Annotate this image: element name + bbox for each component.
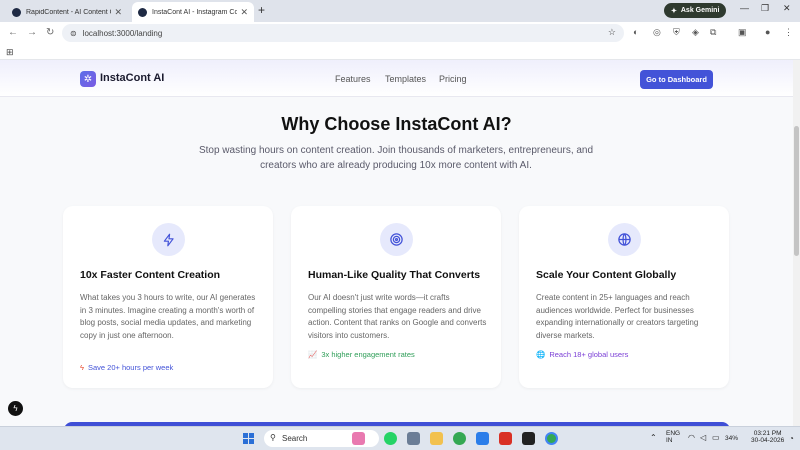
url-text: localhost:3000/landing: [82, 28, 163, 38]
close-window-icon[interactable]: ✕: [783, 3, 791, 14]
sidepanel-icon[interactable]: ▣: [738, 27, 747, 38]
volume-icon[interactable]: ◁: [700, 433, 706, 442]
back-icon[interactable]: ←: [8, 27, 18, 38]
clock-time: 03:21 PM: [753, 430, 782, 437]
search-label: Search: [282, 434, 308, 443]
extension-icon[interactable]: ◐: [633, 27, 638, 37]
language-indicator[interactable]: ENG IN: [666, 430, 680, 444]
flowers-widget-icon[interactable]: [352, 432, 365, 445]
minimize-icon[interactable]: —: [740, 3, 749, 13]
go-to-dashboard-button[interactable]: Go to Dashboard: [640, 70, 713, 89]
nav-pricing-link[interactable]: Pricing: [439, 74, 467, 84]
card-title: 10x Faster Content Creation: [80, 269, 221, 281]
bookmark-star-icon[interactable]: ☆: [608, 27, 616, 38]
site-navbar: ✲ InstaCont AI Features Templates Pricin…: [0, 60, 793, 97]
search-icon: ⚲: [270, 433, 276, 442]
docs-app-icon[interactable]: [476, 432, 489, 445]
target-icon: [380, 223, 413, 256]
feature-card-quality: Human-Like Quality That Converts Our AI …: [291, 206, 501, 388]
puzzle-extensions-icon[interactable]: ⧉: [710, 27, 716, 38]
card-title: Scale Your Content Globally: [536, 269, 677, 281]
address-bar-row: ← → ↻ ⊜ localhost:3000/landing ☆ ◐ ◎ ⛨ ◈…: [0, 22, 800, 44]
close-tab-icon[interactable]: ✕: [240, 7, 248, 18]
tab-title: InstaCont AI - Instagram Conte: [152, 8, 238, 16]
media-app-icon[interactable]: [499, 432, 512, 445]
section-subtitle: Stop wasting hours on content creation. …: [198, 145, 594, 171]
tab-rapidcontent[interactable]: RapidContent - AI Content Gen ✕: [6, 2, 128, 22]
lightning-emoji-icon: ϟ: [80, 363, 84, 372]
shield-extension-icon[interactable]: ⛨: [673, 27, 680, 38]
logo-sparkle-icon[interactable]: ✲: [80, 71, 96, 87]
globe-icon: [608, 223, 641, 256]
card-badge: 🌐 Reach 18+ global users: [536, 350, 628, 359]
restore-icon[interactable]: ❐: [761, 3, 769, 14]
nav-features-link[interactable]: Features: [335, 74, 371, 84]
chrome-icon[interactable]: [453, 432, 466, 445]
globe-emoji-icon: 🌐: [536, 350, 546, 359]
region-code: IN: [666, 437, 673, 444]
badge-text: Reach 18+ global users: [549, 350, 629, 359]
tray-chevron-up-icon[interactable]: ⌃: [650, 433, 657, 442]
nav-templates-link[interactable]: Templates: [385, 74, 426, 84]
ask-gemini-button[interactable]: ✦ Ask Gemini: [664, 3, 727, 18]
card-description: Our AI doesn't just write words—it craft…: [308, 293, 487, 340]
site-info-icon[interactable]: ⊜: [70, 29, 77, 38]
card-badge: 📈 3x higher engagement rates: [308, 350, 415, 359]
card-description: What takes you 3 hours to write, our AI …: [80, 293, 256, 340]
scrollbar-thumb[interactable]: [794, 126, 799, 256]
tab-instacont[interactable]: InstaCont AI - Instagram Conte ✕: [132, 2, 254, 22]
windows-taskbar: ⚲ Search ⌃ ENG IN ◠ ◁ ▭ 34% 03:21 PM 30-…: [0, 426, 800, 450]
camera-extension-icon[interactable]: ◎: [653, 27, 661, 38]
close-tab-icon[interactable]: ✕: [114, 7, 122, 18]
camera-app-icon[interactable]: [407, 432, 420, 445]
card-title: Human-Like Quality That Converts: [308, 269, 481, 281]
feature-card-global: Scale Your Content Globally Create conte…: [519, 206, 729, 388]
bookmarks-bar: ⊞: [0, 44, 800, 60]
profile-avatar-icon[interactable]: ●: [765, 27, 770, 37]
reload-icon[interactable]: ↻: [46, 27, 54, 38]
badge-text: Save 20+ hours per week: [87, 363, 174, 372]
wifi-icon[interactable]: ◠: [688, 433, 695, 442]
clock-date: 30-04-2026: [751, 437, 785, 444]
notifications-icon[interactable]: ◔: [789, 434, 794, 443]
browser-tab-bar: RapidContent - AI Content Gen ✕ InstaCon…: [0, 0, 800, 22]
landing-page: ✲ InstaCont AI Features Templates Pricin…: [0, 60, 793, 426]
site-favicon-icon: [12, 7, 21, 17]
chart-up-emoji-icon: 📈: [308, 350, 318, 359]
tab-title: RapidContent - AI Content Gen: [26, 8, 111, 16]
battery-percent: 34%: [725, 435, 739, 442]
whatsapp-icon[interactable]: [384, 432, 397, 445]
feature-card-speed: 10x Faster Content Creation What takes y…: [63, 206, 273, 388]
file-explorer-icon[interactable]: [430, 432, 443, 445]
card-badge: ϟ Save 20+ hours per week: [80, 363, 173, 372]
chrome-active-icon[interactable]: [545, 432, 558, 445]
clock[interactable]: 03:21 PM 30-04-2026: [751, 430, 784, 444]
windows-start-icon[interactable]: [243, 433, 254, 444]
vpn-extension-icon[interactable]: ◈: [692, 27, 699, 38]
page-scrollbar[interactable]: [793, 60, 800, 426]
new-tab-icon[interactable]: +: [258, 3, 265, 17]
badge-text: 3x higher engagement rates: [321, 350, 415, 359]
ask-gemini-label: Ask Gemini: [680, 7, 720, 14]
site-favicon-icon: [138, 7, 147, 17]
lang-code: ENG: [666, 430, 681, 437]
forward-icon[interactable]: →: [27, 27, 37, 38]
battery-icon[interactable]: ▭: [712, 433, 720, 442]
section-title: Why Choose InstaCont AI?: [281, 114, 512, 134]
card-description: Create content in 25+ languages and reac…: [536, 293, 699, 340]
bolt-floating-button[interactable]: ϟ: [8, 401, 23, 416]
apps-grid-icon[interactable]: ⊞: [6, 47, 14, 58]
url-input[interactable]: ⊜ localhost:3000/landing ☆: [62, 24, 624, 42]
logo-text[interactable]: InstaCont AI: [100, 72, 164, 84]
gemini-sparkle-icon: ✦: [671, 7, 677, 15]
lightning-icon: [152, 223, 185, 256]
menu-kebab-icon[interactable]: ⋮: [784, 27, 793, 38]
notion-app-icon[interactable]: [522, 432, 535, 445]
